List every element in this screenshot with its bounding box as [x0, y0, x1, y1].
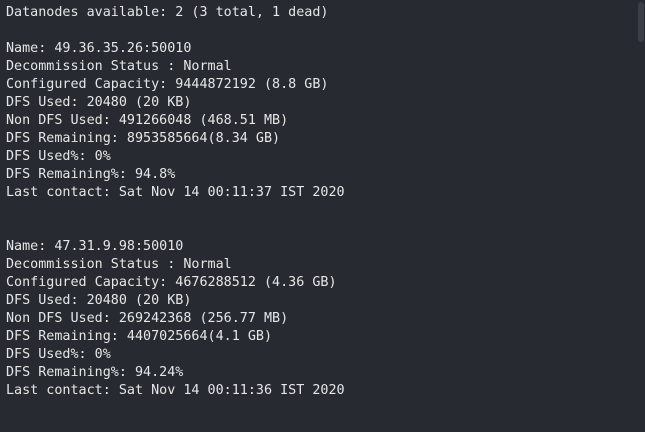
non-dfs-used: Non DFS Used: 269242368 (256.77 MB)	[6, 311, 289, 326]
datanode-report-2: Name: 47.31.9.98:50010 Decommission Stat…	[6, 238, 645, 400]
dfs-used: DFS Used: 20480 (20 KB)	[6, 293, 192, 308]
dfs-remaining-percent: DFS Remaining%: 94.8%	[6, 167, 176, 182]
scrollbar[interactable]	[637, 0, 645, 432]
dfs-used-percent: DFS Used%: 0%	[6, 149, 111, 164]
non-dfs-used: Non DFS Used: 491266048 (468.51 MB)	[6, 113, 289, 128]
last-contact: Last contact: Sat Nov 14 00:11:37 IST 20…	[6, 185, 345, 200]
decommission-status: Decommission Status : Normal	[6, 257, 232, 272]
node-name: Name: 47.31.9.98:50010	[6, 239, 184, 254]
datanodes-summary: Datanodes available: 2 (3 total, 1 dead)	[6, 5, 329, 20]
dfs-remaining-percent: DFS Remaining%: 94.24%	[6, 365, 184, 380]
datanode-report-1: Name: 49.36.35.26:50010 Decommission Sta…	[6, 40, 645, 202]
dfs-remaining: DFS Remaining: 8953585664(8.34 GB)	[6, 131, 281, 146]
dfs-used: DFS Used: 20480 (20 KB)	[6, 95, 192, 110]
dfs-used-percent: DFS Used%: 0%	[6, 347, 111, 362]
terminal-output[interactable]: Datanodes available: 2 (3 total, 1 dead)…	[0, 0, 645, 432]
dfs-remaining: DFS Remaining: 4407025664(4.1 GB)	[6, 329, 273, 344]
node-name: Name: 49.36.35.26:50010	[6, 41, 192, 56]
decommission-status: Decommission Status : Normal	[6, 59, 232, 74]
configured-capacity: Configured Capacity: 4676288512 (4.36 GB…	[6, 275, 337, 290]
scrollbar-thumb[interactable]	[638, 2, 644, 42]
last-contact: Last contact: Sat Nov 14 00:11:36 IST 20…	[6, 383, 345, 398]
configured-capacity: Configured Capacity: 9444872192 (8.8 GB)	[6, 77, 329, 92]
